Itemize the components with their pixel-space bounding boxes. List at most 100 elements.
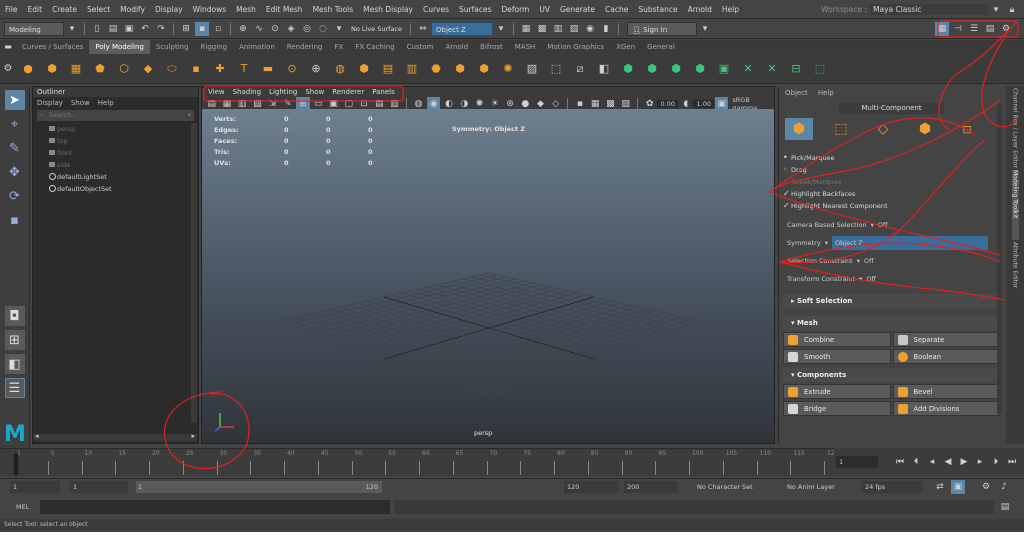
- shelf-tab-general[interactable]: General: [641, 40, 681, 54]
- menu-item-select[interactable]: Select: [82, 0, 115, 19]
- fps-dropdown[interactable]: 24 fps: [862, 481, 922, 493]
- outliner-menu-help[interactable]: Help: [98, 99, 114, 107]
- settings-gear-icon[interactable]: ⚙: [999, 22, 1013, 36]
- selection-option[interactable]: ◦ Tweak/Marquee: [779, 176, 1004, 188]
- shelf-tool-icon[interactable]: ⧄: [571, 60, 589, 78]
- command-input[interactable]: [40, 500, 390, 514]
- selection-option[interactable]: ◦ Drag: [779, 164, 1004, 176]
- snap-surface-icon[interactable]: ◎: [300, 22, 314, 36]
- shelf-tool-icon[interactable]: ⊙: [283, 60, 301, 78]
- toolkit-menu-help[interactable]: Help: [818, 89, 834, 97]
- shelf-tool-icon[interactable]: ⬚: [811, 60, 829, 78]
- shelf-tool-icon[interactable]: ⊟: [787, 60, 805, 78]
- ipr-render-icon[interactable]: ▥: [551, 22, 565, 36]
- shelf-tool-icon[interactable]: ⬢: [619, 60, 637, 78]
- script-editor-icon[interactable]: ▤: [998, 500, 1012, 514]
- outliner-horizontal-scrollbar[interactable]: ◂ ▸: [33, 432, 197, 441]
- loop-icon[interactable]: ⇄: [933, 480, 947, 494]
- scale-tool-icon[interactable]: ▪: [5, 210, 25, 230]
- outliner-item[interactable]: top: [33, 135, 198, 147]
- outliner-scrollbar[interactable]: [191, 123, 197, 423]
- gamma-field[interactable]: 1.00: [693, 99, 715, 108]
- chevron-down-icon[interactable]: ▾: [188, 110, 191, 121]
- shelf-options-icon[interactable]: ⚙: [1, 62, 15, 76]
- transform-constraint-row[interactable]: Transform Constraint ▾ Off: [779, 272, 1004, 286]
- shelf-tool-icon[interactable]: ⬢: [475, 60, 493, 78]
- tab-attribute-editor[interactable]: Attribute Editor: [1012, 242, 1019, 322]
- radio-icon[interactable]: ◦: [783, 164, 788, 176]
- chevron-down-icon[interactable]: ▾: [332, 22, 346, 36]
- shelf-tool-icon[interactable]: ⬢: [643, 60, 661, 78]
- symmetry-icon[interactable]: ⇔: [416, 22, 430, 36]
- current-frame-field[interactable]: 1: [836, 456, 878, 468]
- selection-option[interactable]: • Pick/Marquee: [779, 152, 1004, 164]
- move-tool-icon[interactable]: ✥: [5, 162, 25, 182]
- menu-item-curves[interactable]: Curves: [418, 0, 454, 19]
- shelf-tab-fx-caching[interactable]: FX Caching: [349, 40, 400, 54]
- outliner-menu-display[interactable]: Display: [37, 99, 63, 107]
- shelf-menu-icon[interactable]: ▬: [1, 40, 15, 54]
- outliner-item[interactable]: defaultObjectSet: [33, 183, 198, 195]
- menu-item-deform[interactable]: Deform: [496, 0, 534, 19]
- shelf-tool-icon[interactable]: ✚: [211, 60, 229, 78]
- step-back-key-icon[interactable]: ⏴: [909, 455, 923, 469]
- shelf-tool-icon[interactable]: ◍: [331, 60, 349, 78]
- rotate-tool-icon[interactable]: ⟳: [5, 186, 25, 206]
- sound-icon[interactable]: ♪: [997, 480, 1011, 494]
- outliner-menu-show[interactable]: Show: [71, 99, 90, 107]
- chevron-down-icon[interactable]: ▾: [871, 218, 874, 232]
- lock-icon[interactable]: 🔒︎: [1005, 3, 1019, 17]
- edge-mode-icon[interactable]: ◇: [869, 118, 897, 140]
- object-mode-icon[interactable]: ⬢: [785, 118, 813, 140]
- anim-layer-dropdown[interactable]: No Anim Layer: [784, 481, 848, 493]
- menu-set-dropdown[interactable]: Modeling: [4, 21, 64, 36]
- scroll-left-icon[interactable]: ◂: [35, 432, 39, 440]
- modeling-toolkit-toggle-icon[interactable]: ▦: [935, 22, 949, 36]
- step-back-frame-icon[interactable]: ◂: [925, 455, 939, 469]
- menu-item-help[interactable]: Help: [717, 0, 744, 19]
- shelf-tool-icon[interactable]: T: [235, 60, 253, 78]
- shelf-tool-icon[interactable]: ⬢: [667, 60, 685, 78]
- open-scene-icon[interactable]: ▤: [106, 22, 120, 36]
- select-object-icon[interactable]: ▪: [195, 21, 209, 36]
- extrude-button[interactable]: Extrude: [783, 384, 891, 399]
- shelf-tool-icon[interactable]: ◆: [139, 60, 157, 78]
- combine-button[interactable]: Combine: [783, 332, 891, 347]
- select-component-icon[interactable]: ▫: [211, 22, 225, 36]
- components-section[interactable]: ▾ Components: [783, 368, 1000, 382]
- shelf-tool-icon[interactable]: ⬭: [163, 60, 181, 78]
- chevron-down-icon[interactable]: ▾: [859, 272, 862, 286]
- shelf-tab-bifrost[interactable]: Bifrost: [474, 40, 509, 54]
- range-slider[interactable]: 1 120: [136, 481, 382, 493]
- shelf-tool-icon[interactable]: ⬡: [115, 60, 133, 78]
- menu-item-edit-mesh[interactable]: Edit Mesh: [261, 0, 308, 19]
- exposure-field[interactable]: 0.00: [657, 99, 679, 108]
- outliner-item[interactable]: front: [33, 147, 198, 159]
- four-view-layout-icon[interactable]: ⊞: [4, 330, 25, 350]
- mesh-section[interactable]: ▾ Mesh: [783, 316, 1000, 330]
- add-divisions-button[interactable]: Add Divisions: [892, 401, 1000, 416]
- shelf-tab-fx[interactable]: FX: [329, 40, 350, 54]
- menu-item-substance[interactable]: Substance: [633, 0, 682, 19]
- shelf-tool-icon[interactable]: ◧: [595, 60, 613, 78]
- character-set-dropdown[interactable]: No Character Set: [694, 481, 770, 493]
- paint-select-tool-icon[interactable]: ✎: [5, 138, 25, 158]
- symmetry-row[interactable]: Symmetry ▾ Object Z: [779, 236, 1004, 250]
- menu-item-file[interactable]: File: [0, 0, 23, 19]
- vertex-mode-icon[interactable]: ⬚: [827, 118, 855, 140]
- shelf-tool-icon[interactable]: ✕: [763, 60, 781, 78]
- snap-grid-icon[interactable]: ⊕: [236, 22, 250, 36]
- persp-outliner-layout-icon[interactable]: ◧: [4, 354, 25, 374]
- auto-key-icon[interactable]: ▣: [951, 480, 965, 494]
- current-time-marker[interactable]: [14, 453, 18, 475]
- shelf-tab-sculpting[interactable]: Sculpting: [150, 40, 195, 54]
- shelf-tab-mash[interactable]: MASH: [509, 40, 542, 54]
- chevron-down-icon[interactable]: ▾: [65, 22, 79, 36]
- transform-constraint-value[interactable]: Off: [866, 272, 876, 286]
- toolkit-menu-object[interactable]: Object: [785, 89, 808, 97]
- uv-mode-icon[interactable]: ⊡: [953, 118, 981, 140]
- symmetry-field[interactable]: Object Z: [431, 21, 494, 36]
- step-forward-frame-icon[interactable]: ▸: [973, 455, 987, 469]
- animation-end-field[interactable]: 200: [624, 481, 678, 493]
- render-settings-icon[interactable]: ▨: [567, 22, 581, 36]
